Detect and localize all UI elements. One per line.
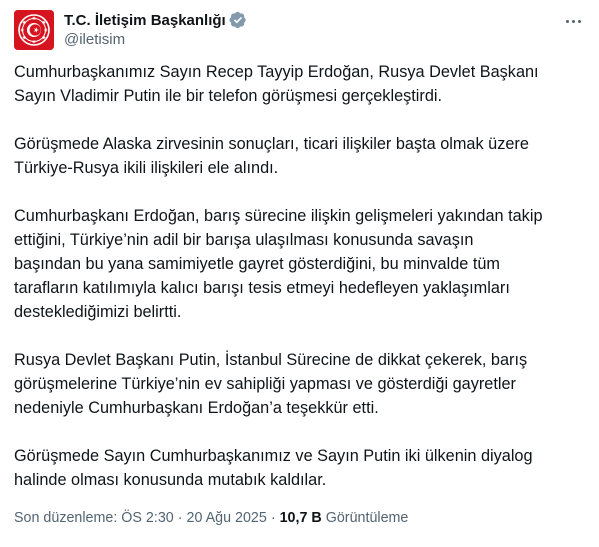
tweet-text: Cumhurbaşkanımız Sayın Recep Tayyip Erdo… xyxy=(14,60,589,492)
tweet-date[interactable]: 20 Ağu 2025 xyxy=(187,510,267,526)
more-horizontal-icon[interactable] xyxy=(562,12,584,30)
author-handle[interactable]: @iletisim xyxy=(64,31,247,51)
tweet-paragraph: Rusya Devlet Başkanı Putin, İstanbul Sür… xyxy=(14,351,528,417)
author-names: T.C. İletişim Başkanlığı @iletisim xyxy=(64,10,247,51)
tweet-paragraph: Görüşmede Alaska zirvesinin sonuçları, t… xyxy=(14,135,529,177)
tweet-header: T.C. İletişim Başkanlığı @iletisim xyxy=(14,10,584,54)
tweet-paragraph: Görüşmede Sayın Cumhurbaşkanımız ve Sayı… xyxy=(14,447,533,489)
avatar[interactable] xyxy=(14,10,54,50)
meta-separator: · xyxy=(177,510,183,526)
tweet-meta: Son düzenleme: ÖS 2:30 · 20 Ağu 2025 · 1… xyxy=(14,510,408,526)
author-display-name[interactable]: T.C. İletişim Başkanlığı xyxy=(64,12,226,29)
edited-timestamp[interactable]: Son düzenleme: ÖS 2:30 xyxy=(14,510,174,526)
seal-icon xyxy=(14,10,54,50)
meta-separator: · xyxy=(270,510,276,526)
tweet-paragraph: Cumhurbaşkanımız Sayın Recep Tayyip Erdo… xyxy=(14,63,539,105)
tweet-card: T.C. İletişim Başkanlığı @iletisim Cumhu… xyxy=(0,0,599,547)
tweet-paragraph: Cumhurbaşkanı Erdoğan, barış sürecine il… xyxy=(14,207,543,321)
views-label: Görüntüleme xyxy=(325,510,409,526)
verified-badge-icon[interactable] xyxy=(229,11,247,29)
views-count[interactable]: 10,7 B xyxy=(280,510,322,526)
